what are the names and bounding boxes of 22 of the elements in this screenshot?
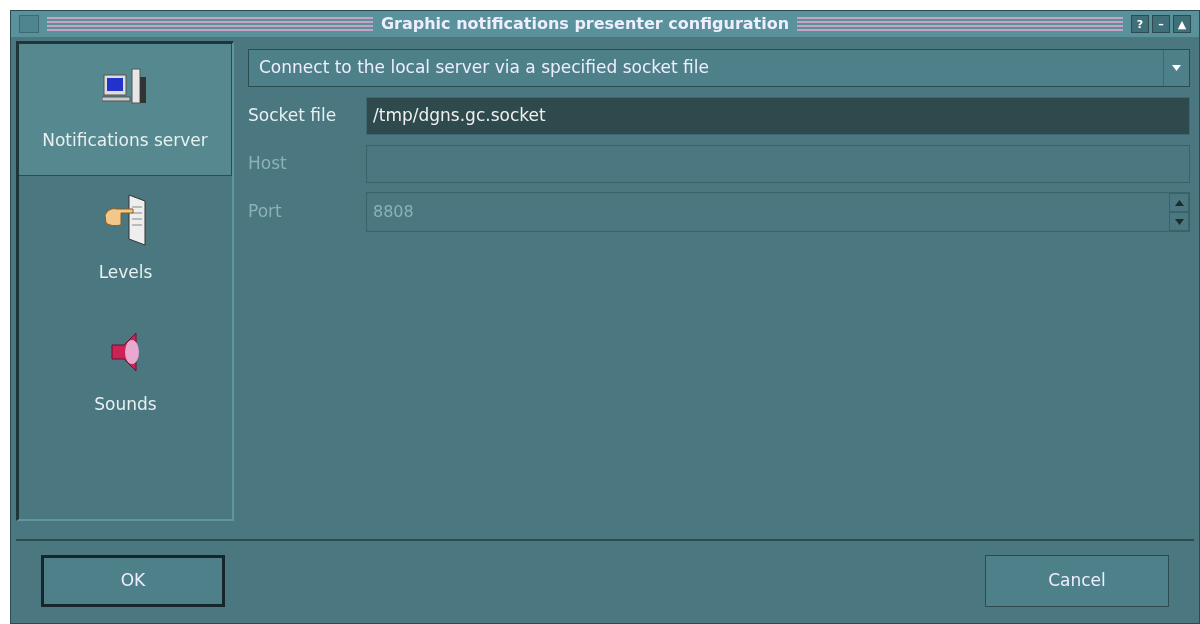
field-label: Host [248,152,288,176]
title-bar-button[interactable]: ? [1131,15,1149,33]
sidebar-item[interactable]: Sounds [19,308,232,440]
sidebar-item-label: Sounds [94,393,157,416]
title-bar-button[interactable]: – [1152,15,1170,33]
field-value: 8808 [372,201,415,223]
connection-dropdown[interactable]: Connect to the local server via a specified socket file [248,49,1190,87]
title-bar-button[interactable]: ▲ [1173,15,1191,33]
text-field[interactable]: /tmp/dgns.gc.socket [366,97,1190,135]
dialog-button[interactable]: OK [41,555,225,607]
sidebar-item-label: Notifications server [42,129,208,152]
field-value: /tmp/dgns.gc.socket [373,104,546,128]
sidebar-item-label: Levels [98,261,153,284]
sidebar-item[interactable]: Notifications server [19,44,232,176]
field-label: Socket file [248,104,338,128]
window-title: Graphic notifications presenter configuration [380,13,790,35]
dialog-button[interactable]: Cancel [985,555,1169,607]
sidebar-item[interactable]: Levels [19,176,232,308]
field-label: Port [248,200,283,224]
dropdown-arrow-icon[interactable] [1172,65,1181,71]
dropdown-value: Connect to the local server via a specified socket file [258,56,710,80]
pointing-hand-icon [102,193,149,247]
